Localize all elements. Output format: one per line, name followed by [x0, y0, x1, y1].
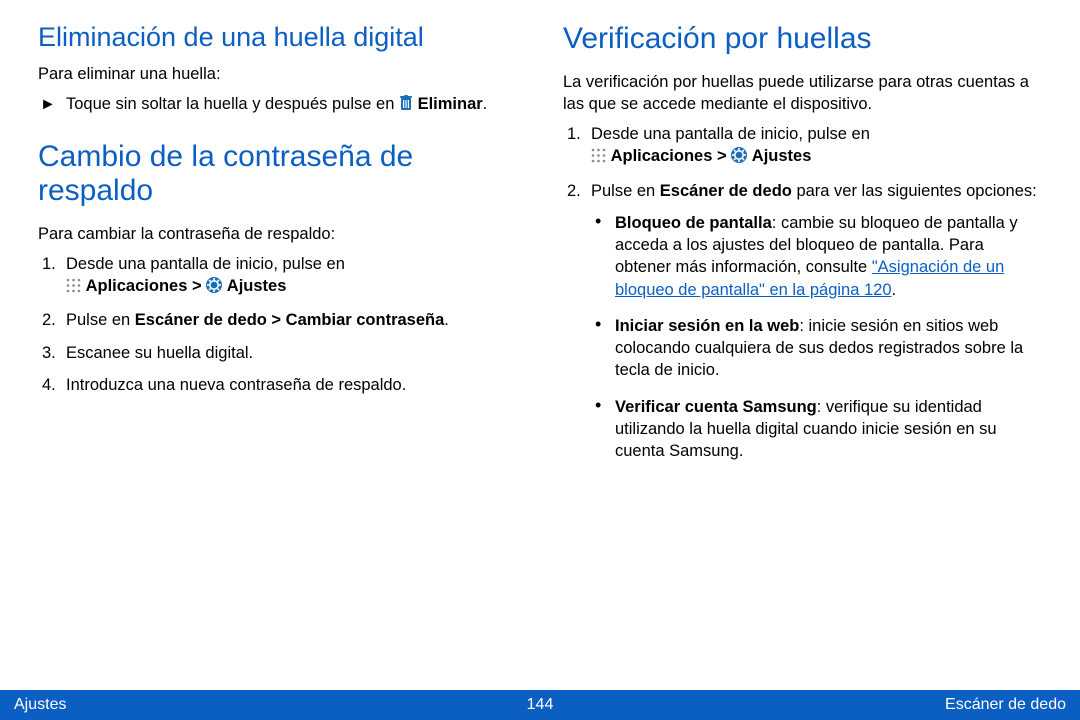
verify-options: Bloqueo de pantalla: cambie su bloqueo d…: [563, 212, 1042, 463]
left-column: Eliminación de una huella digital Para e…: [38, 22, 517, 476]
document-page: Eliminación de una huella digital Para e…: [0, 0, 1080, 720]
b1-bold: Bloqueo de pantalla: [615, 214, 772, 232]
para-delete-intro: Para eliminar una huella:: [38, 63, 517, 85]
content-area: Eliminación de una huella digital Para e…: [0, 0, 1080, 476]
delete-step-1: ► Toque sin soltar la huella y después p…: [38, 93, 517, 117]
backup-step-4: Introduzca una nueva contraseña de respa…: [38, 374, 517, 396]
apps-grid-icon: [66, 277, 81, 299]
verify-step-2-pre: Pulse en: [591, 182, 660, 200]
footer-left: Ajustes: [14, 696, 66, 714]
para-backup-intro: Para cambiar la contraseña de respaldo:: [38, 223, 517, 245]
verify-steps: Desde una pantalla de inicio, pulse en A…: [563, 123, 1042, 202]
option-web-signin: Iniciar sesión en la web: inicie sesión …: [591, 315, 1042, 382]
page-footer: Ajustes 144 Escáner de dedo: [0, 690, 1080, 720]
option-samsung-verify: Verificar cuenta Samsung: verifique su i…: [591, 396, 1042, 463]
b1-post: .: [892, 281, 897, 299]
backup-step-2-pre: Pulse en: [66, 311, 135, 329]
delete-steps: ► Toque sin soltar la huella y después p…: [38, 93, 517, 117]
option-screen-lock: Bloqueo de pantalla: cambie su bloqueo d…: [591, 212, 1042, 301]
b3-bold: Verificar cuenta Samsung: [615, 398, 817, 416]
settings-label: Ajustes: [227, 277, 287, 295]
backup-step-1: Desde una pantalla de inicio, pulse en A…: [38, 253, 517, 300]
heading-delete-fingerprint: Eliminación de una huella digital: [38, 22, 517, 53]
apps-label: Aplicaciones >: [86, 277, 207, 295]
settings-label: Ajustes: [752, 147, 812, 165]
b2-bold: Iniciar sesión en la web: [615, 317, 799, 335]
heading-backup-password: Cambio de la contraseña de respaldo: [38, 140, 517, 209]
delete-step-1-post: .: [483, 95, 488, 113]
backup-step-2-bold: Escáner de dedo > Cambiar contraseña: [135, 311, 445, 329]
backup-step-3: Escanee su huella digital.: [38, 342, 517, 364]
para-verify-intro: La verificación por huellas puede utiliz…: [563, 71, 1042, 116]
verify-step-2-post: para ver las siguientes opciones:: [792, 182, 1037, 200]
backup-step-2: Pulse en Escáner de dedo > Cambiar contr…: [38, 309, 517, 331]
footer-page-number: 144: [527, 696, 554, 714]
verify-step-2-bold: Escáner de dedo: [660, 182, 792, 200]
apps-label: Aplicaciones >: [611, 147, 732, 165]
verify-step-1: Desde una pantalla de inicio, pulse en A…: [563, 123, 1042, 170]
delete-step-1-action: Eliminar: [418, 95, 483, 113]
delete-step-1-pre: Toque sin soltar la huella y después pul…: [66, 95, 399, 113]
verify-step-1-pre: Desde una pantalla de inicio, pulse en: [591, 125, 870, 143]
heading-verify: Verificación por huellas: [563, 22, 1042, 57]
backup-step-1-pre: Desde una pantalla de inicio, pulse en: [66, 255, 345, 273]
settings-gear-icon: [731, 147, 747, 169]
backup-step-2-post: .: [444, 311, 449, 329]
verify-step-2: Pulse en Escáner de dedo para ver las si…: [563, 180, 1042, 202]
arrow-icon: ►: [40, 94, 56, 116]
right-column: Verificación por huellas La verificación…: [563, 22, 1042, 476]
footer-right: Escáner de dedo: [945, 696, 1066, 714]
trash-icon: [399, 95, 413, 117]
settings-gear-icon: [206, 277, 222, 299]
backup-steps: Desde una pantalla de inicio, pulse en A…: [38, 253, 517, 396]
apps-grid-icon: [591, 147, 606, 169]
